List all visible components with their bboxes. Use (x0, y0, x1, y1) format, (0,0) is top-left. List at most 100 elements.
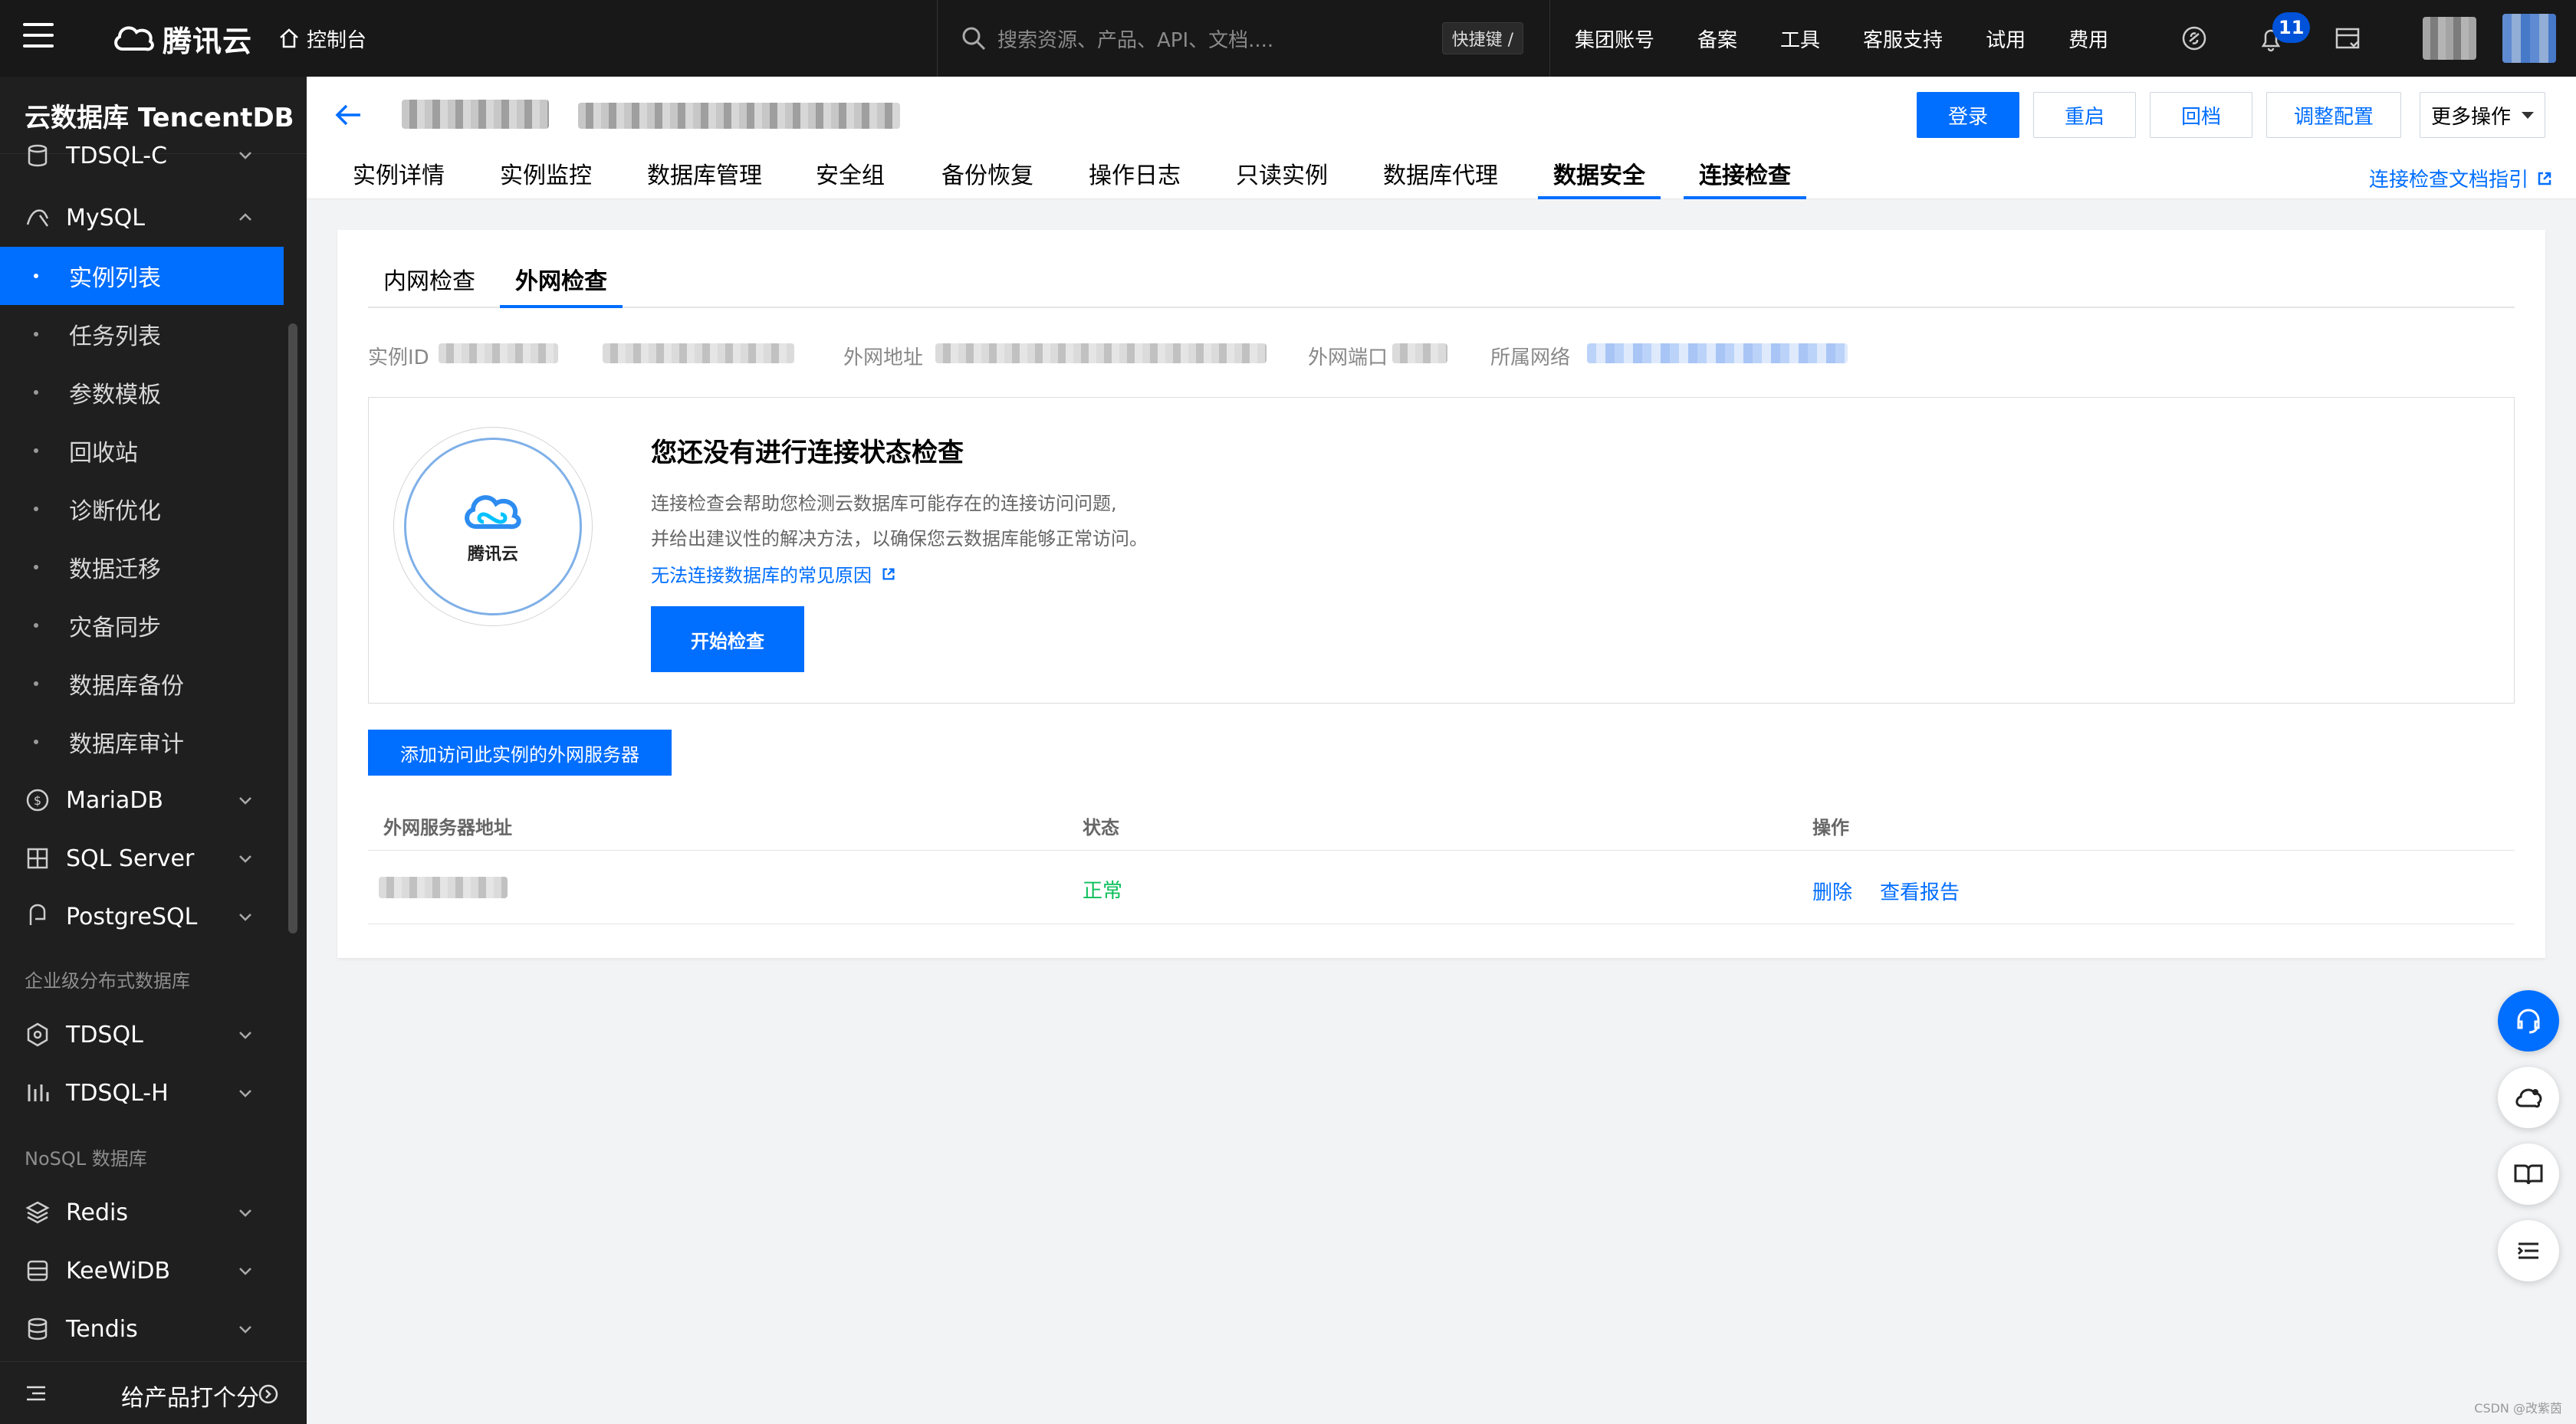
cloud-assistant-button[interactable] (2498, 1067, 2559, 1128)
nav-link-billing[interactable]: 费用 (2068, 25, 2108, 53)
more-actions-dropdown[interactable]: 更多操作 (2420, 92, 2545, 138)
sidebar-group-tdsql-c[interactable]: TDSQL-C (0, 136, 284, 175)
nav-link-support[interactable]: 客服支持 (1863, 25, 1943, 53)
instance-id-value-redacted (439, 343, 558, 363)
sidebar-group-keewidb[interactable]: KeeWiDB (0, 1242, 284, 1300)
tab-backup-restore[interactable]: 备份恢复 (926, 161, 1049, 199)
tab-readonly-instance[interactable]: 只读实例 (1221, 161, 1343, 199)
tab-internet-check[interactable]: 外网检查 (500, 264, 623, 308)
rate-product-link[interactable]: 给产品打个分 (121, 1379, 259, 1413)
nav-link-icp[interactable]: 备案 (1697, 25, 1737, 53)
sidebar-item-db-audit[interactable]: 数据库审计 (0, 713, 284, 771)
bullet (34, 448, 38, 453)
sidebar-group-tdsql[interactable]: TDSQL (0, 1006, 284, 1064)
sidebar-item-instance-list[interactable]: 实例列表 (0, 247, 284, 305)
global-search[interactable]: 搜索资源、产品、API、文档.... 快捷键 / (937, 0, 1550, 77)
sidebar-item-label: 数据库审计 (69, 731, 184, 758)
keewidb-icon (27, 1260, 48, 1281)
notification-badge: 11 (2272, 12, 2311, 43)
tencent-cloud-logo[interactable]: 腾讯云 (112, 18, 252, 58)
list-indent-icon (2517, 1242, 2538, 1259)
network-value-redacted[interactable] (1587, 343, 1848, 363)
tab-intranet-check[interactable]: 内网检查 (368, 264, 491, 308)
sidebar-group-label: TDSQL (66, 1021, 143, 1048)
sidebar-group-tendis[interactable]: Tendis (0, 1300, 284, 1358)
tab-data-security[interactable]: 数据安全 (1538, 161, 1661, 199)
connection-check-doc-link[interactable]: 连接检查文档指引 (2369, 164, 2553, 192)
sidebar-item-label: 实例列表 (69, 265, 161, 292)
cloud-logo-icon (114, 26, 154, 51)
collapse-menu-icon[interactable] (25, 1382, 48, 1405)
sidebar-item-db-backup[interactable]: 数据库备份 (0, 655, 284, 713)
badge-text: 腾讯云 (467, 545, 518, 564)
tab-db-management[interactable]: 数据库管理 (632, 161, 777, 199)
sidebar-item-param-template[interactable]: 参数模板 (0, 363, 284, 422)
start-check-button[interactable]: 开始检查 (651, 606, 804, 672)
nav-link-tools[interactable]: 工具 (1780, 25, 1820, 53)
sidebar-item-recycle-bin[interactable]: 回收站 (0, 422, 284, 480)
tab-instance-monitor[interactable]: 实例监控 (485, 161, 607, 199)
sidebar-group-tdsql-h[interactable]: TDSQL-H (0, 1064, 284, 1122)
top-nav: 腾讯云 控制台 搜索资源、产品、API、文档.... 快捷键 / 集团账号 备案… (0, 0, 2576, 77)
tab-instance-details[interactable]: 实例详情 (337, 161, 460, 199)
tab-connection-check[interactable]: 连接检查 (1684, 161, 1806, 199)
chain-icon[interactable] (2179, 23, 2210, 54)
menu-list-button[interactable] (2498, 1220, 2559, 1281)
sidebar-group-label: SQL Server (66, 845, 195, 872)
sidebar-group-sqlserver[interactable]: SQL Server (0, 829, 284, 888)
nav-link-group-account[interactable]: 集团账号 (1575, 25, 1654, 53)
delete-link[interactable]: 删除 (1812, 877, 1852, 905)
chevron-down-icon (239, 914, 251, 921)
chevron-down-icon (239, 855, 251, 863)
arrow-circle-icon (258, 1384, 278, 1404)
server-address-redacted (379, 877, 508, 898)
add-external-server-button[interactable]: 添加访问此实例的外网服务器 (368, 730, 672, 776)
view-report-link[interactable]: 查看报告 (1880, 877, 1960, 905)
sidebar-item-migration[interactable]: 数据迁移 (0, 538, 284, 596)
tencent-cloud-badge: 腾讯云 (393, 427, 593, 626)
sidebar-group-label: Redis (66, 1199, 128, 1226)
cloud-user-icon (2515, 1088, 2542, 1108)
sidebar-item-task-list[interactable]: 任务列表 (0, 305, 284, 363)
sidebar-group-mariadb[interactable]: $ MariaDB (0, 771, 284, 829)
customer-service-button[interactable] (2498, 990, 2559, 1052)
sidebar-item-dr-sync[interactable]: 灾备同步 (0, 596, 284, 655)
public-address-label: 外网地址 (843, 346, 924, 369)
sidebar-scrollbar[interactable] (288, 323, 297, 933)
check-description-line2: 并给出建议性的解决方法，以确保您云数据库能够正常访问。 (651, 528, 1148, 550)
chevron-down-icon (239, 1032, 251, 1039)
avatar[interactable] (2502, 14, 2556, 63)
restart-button[interactable]: 重启 (2033, 92, 2136, 138)
tab-security-group[interactable]: 安全组 (800, 161, 900, 199)
documentation-button[interactable] (2498, 1143, 2559, 1205)
sidebar-footer: 给产品打个分 (0, 1361, 307, 1424)
instance-header: 登录 重启 回档 调整配置 更多操作 实例详情 实例监控 数据库管理 安全组 备… (307, 77, 2576, 199)
shortcut-hint: 快捷键 / (1441, 22, 1523, 54)
watermark: CSDN @改紫茵 (2474, 1401, 2562, 1416)
mysql-icon (26, 209, 49, 227)
back-arrow-icon[interactable] (333, 100, 363, 130)
cart-icon[interactable] (2332, 23, 2363, 54)
common-failure-reasons-link[interactable]: 无法连接数据库的常见原因 (651, 560, 896, 587)
tab-operation-log[interactable]: 操作日志 (1073, 161, 1196, 199)
sidebar-item-label: 数据库备份 (69, 673, 184, 700)
postgresql-icon (29, 904, 46, 925)
sidebar-group-redis[interactable]: Redis (0, 1183, 284, 1242)
sidebar-group-label: MySQL (66, 204, 146, 231)
adjust-config-button[interactable]: 调整配置 (2266, 92, 2401, 138)
sidebar-group-label: TDSQL-H (66, 1079, 169, 1107)
tab-db-proxy[interactable]: 数据库代理 (1368, 161, 1513, 199)
account-name-redacted[interactable] (2423, 17, 2476, 60)
sidebar-group-postgresql[interactable]: PostgreSQL (0, 888, 284, 946)
sidebar-item-diagnosis[interactable]: 诊断优化 (0, 480, 284, 538)
rollback-button[interactable]: 回档 (2150, 92, 2252, 138)
sidebar-item-label: 灾备同步 (69, 615, 161, 641)
console-link[interactable]: 控制台 (278, 21, 366, 55)
badge-inner-ring: 腾讯云 (404, 438, 582, 615)
sidebar-group-mysql[interactable]: MySQL (0, 189, 284, 247)
hamburger-menu-icon[interactable] (23, 23, 54, 51)
nav-link-trial[interactable]: 试用 (1986, 25, 2026, 53)
home-icon (280, 28, 298, 48)
login-button[interactable]: 登录 (1917, 92, 2019, 138)
grid-icon (27, 848, 48, 869)
